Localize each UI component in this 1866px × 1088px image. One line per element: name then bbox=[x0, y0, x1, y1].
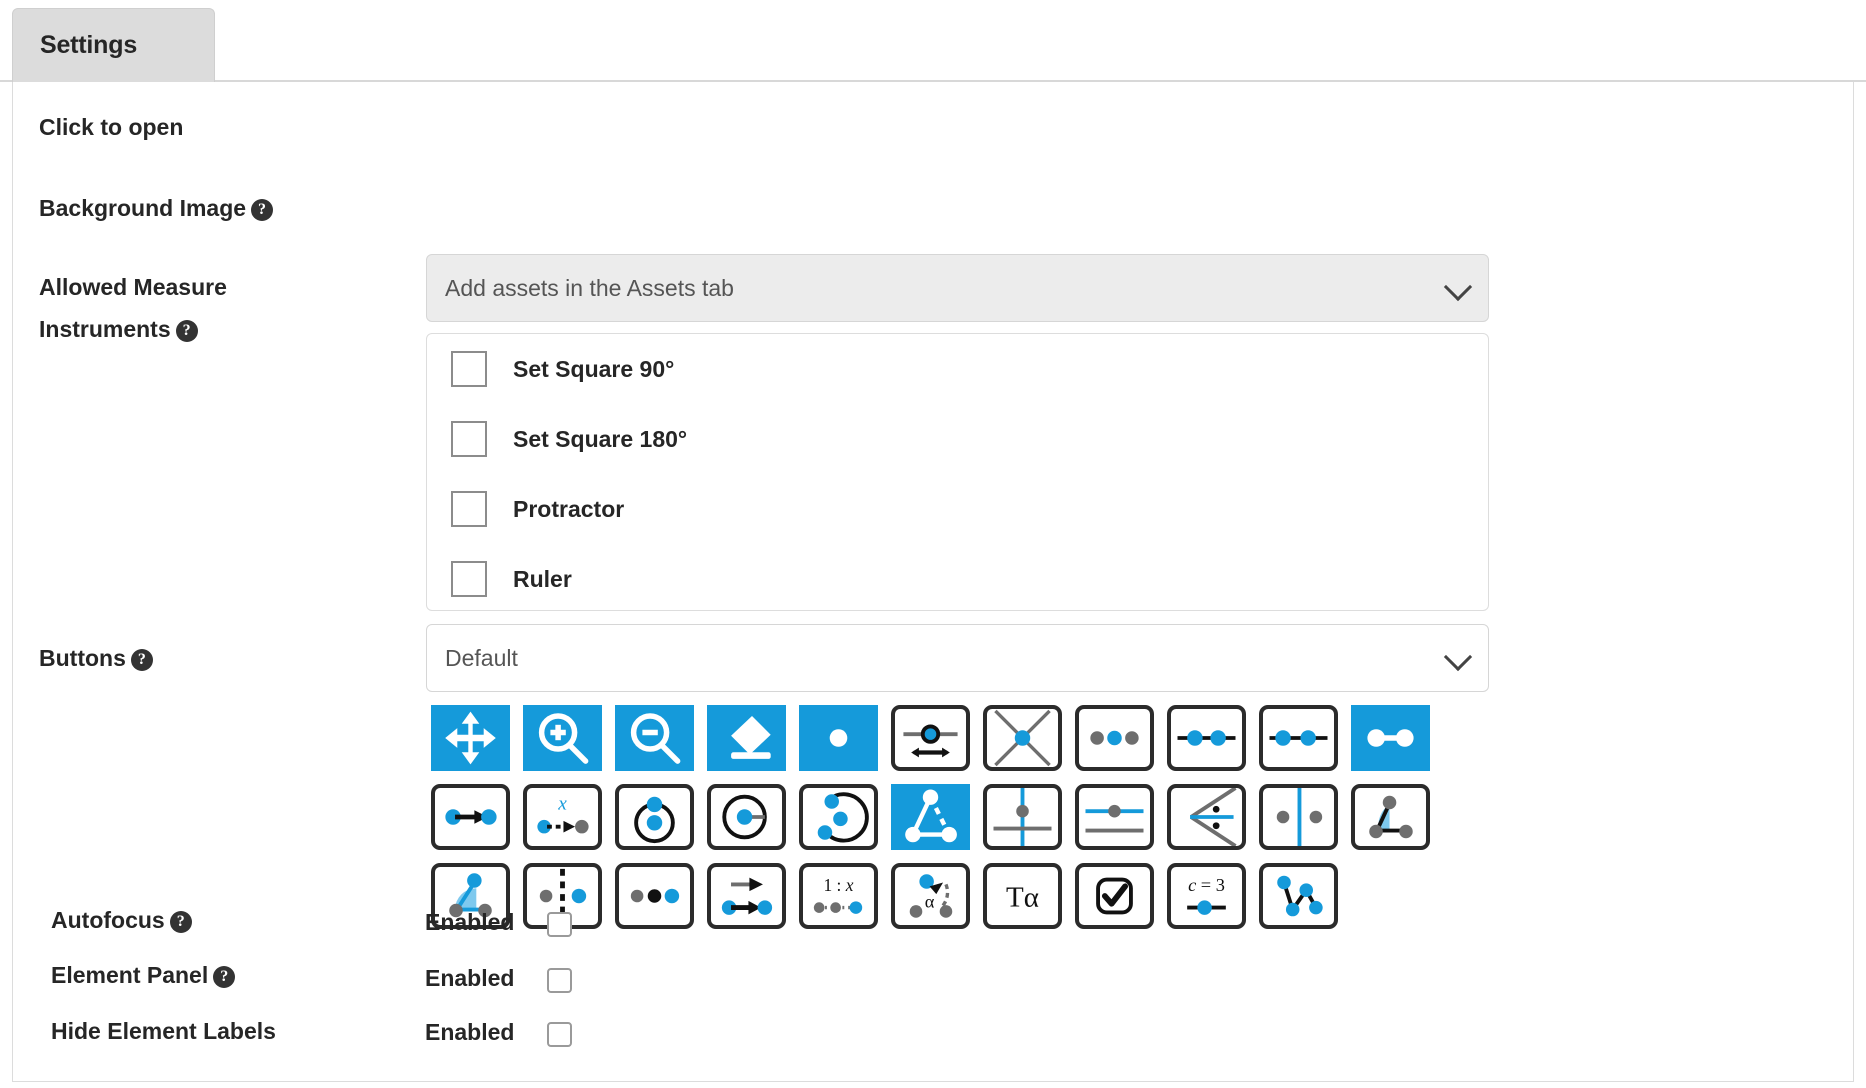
tab-settings-label: Settings bbox=[40, 31, 137, 60]
point-tool-button[interactable] bbox=[799, 705, 878, 771]
parallel-line-tool-button[interactable] bbox=[1075, 784, 1154, 850]
buttons-label-text: Buttons bbox=[39, 645, 126, 671]
element-panel-state-label: Enabled bbox=[425, 965, 514, 992]
eraser-tool-button[interactable] bbox=[707, 705, 786, 771]
vector-from-point-tool-button[interactable]: x bbox=[523, 784, 602, 850]
help-icon[interactable]: ? bbox=[213, 966, 235, 988]
buttons-select[interactable]: Default bbox=[426, 624, 1489, 692]
list-item[interactable]: Protractor bbox=[427, 474, 1488, 544]
settings-panel-body: Click to open Background Image? Add asse… bbox=[12, 82, 1854, 1082]
perpendicular-line-tool-button[interactable] bbox=[983, 784, 1062, 850]
segment-fixed-length-tool-button[interactable] bbox=[1259, 705, 1338, 771]
allowed-measure-instruments-label: Allowed Measure Instruments? bbox=[39, 266, 369, 350]
slider-tool-button[interactable]: c = 3 bbox=[1167, 863, 1246, 929]
settings-panel-app: Settings Click to open Background Image?… bbox=[0, 0, 1866, 1088]
checkbox-set-square-90[interactable] bbox=[451, 351, 487, 387]
dilate-from-point-tool-button[interactable]: 1 : x bbox=[799, 863, 878, 929]
help-icon[interactable]: ? bbox=[251, 199, 273, 221]
list-item[interactable]: Ruler bbox=[427, 544, 1488, 614]
allowed-measure-instruments-label-line1: Allowed Measure bbox=[39, 274, 227, 300]
angle-bisector-tool-button[interactable] bbox=[1167, 784, 1246, 850]
checkbox-label: Protractor bbox=[513, 496, 624, 523]
translate-by-vector-tool-button[interactable] bbox=[707, 863, 786, 929]
angle-tool-button[interactable] bbox=[1351, 784, 1430, 850]
help-icon[interactable]: ? bbox=[131, 649, 153, 671]
hide-element-labels-label-text: Hide Element Labels bbox=[51, 1018, 276, 1044]
tool-buttons-grid: x bbox=[431, 705, 1451, 942]
circle-radius-tool-button[interactable] bbox=[707, 784, 786, 850]
svg-text:Tα: Tα bbox=[1006, 882, 1039, 914]
svg-text:c = 3: c = 3 bbox=[1188, 875, 1225, 895]
tool-row: x bbox=[431, 784, 1451, 850]
perpendicular-bisector-tool-button[interactable] bbox=[1259, 784, 1338, 850]
checkbox-label: Set Square 90° bbox=[513, 356, 674, 383]
ray-tool-button[interactable] bbox=[1351, 705, 1430, 771]
help-icon[interactable]: ? bbox=[170, 911, 192, 933]
point-on-object-tool-button[interactable] bbox=[891, 705, 970, 771]
reflect-about-point-tool-button[interactable] bbox=[615, 863, 694, 929]
zoom-out-tool-button[interactable] bbox=[615, 705, 694, 771]
buttons-label: Buttons? bbox=[39, 637, 369, 679]
list-item[interactable]: Set Square 180° bbox=[427, 404, 1488, 474]
checkbox-tool-button[interactable] bbox=[1075, 863, 1154, 929]
click-to-open-heading: Click to open bbox=[39, 114, 183, 141]
text-tool-button[interactable]: Tα bbox=[983, 863, 1062, 929]
autofocus-checkbox[interactable] bbox=[547, 912, 572, 937]
hide-element-labels-label: Hide Element Labels bbox=[51, 1018, 276, 1045]
hide-element-labels-checkbox[interactable] bbox=[547, 1022, 572, 1047]
hide-element-labels-state-label: Enabled bbox=[425, 1019, 514, 1046]
function-tool-button[interactable] bbox=[1259, 863, 1338, 929]
tool-row bbox=[431, 705, 1451, 771]
element-panel-checkbox[interactable] bbox=[547, 968, 572, 993]
svg-text:1 : x: 1 : x bbox=[824, 875, 854, 895]
help-icon[interactable]: ? bbox=[176, 320, 198, 342]
chevron-down-icon bbox=[1444, 643, 1472, 671]
checkbox-label: Set Square 180° bbox=[513, 426, 687, 453]
chevron-down-icon bbox=[1444, 273, 1472, 301]
element-panel-label-text: Element Panel bbox=[51, 962, 208, 988]
svg-text:x: x bbox=[557, 793, 567, 814]
segment-tool-button[interactable] bbox=[1167, 705, 1246, 771]
autofocus-label: Autofocus? bbox=[51, 907, 192, 934]
autofocus-state-label: Enabled bbox=[425, 909, 514, 936]
background-image-label-text: Background Image bbox=[39, 195, 246, 221]
zoom-in-tool-button[interactable] bbox=[523, 705, 602, 771]
intersection-point-tool-button[interactable] bbox=[983, 705, 1062, 771]
vector-tool-button[interactable] bbox=[431, 784, 510, 850]
midpoint-tool-button[interactable] bbox=[1075, 705, 1154, 771]
rotate-around-point-tool-button[interactable]: α bbox=[891, 863, 970, 929]
element-panel-label: Element Panel? bbox=[51, 962, 235, 989]
checkbox-set-square-180[interactable] bbox=[451, 421, 487, 457]
autofocus-label-text: Autofocus bbox=[51, 907, 165, 933]
arc-tool-button[interactable] bbox=[799, 784, 878, 850]
list-item[interactable]: Set Square 90° bbox=[427, 334, 1488, 404]
polygon-tool-button[interactable] bbox=[891, 784, 970, 850]
allowed-measure-instruments-label-line2: Instruments bbox=[39, 316, 171, 342]
circle-center-point-tool-button[interactable] bbox=[615, 784, 694, 850]
background-image-value: Add assets in the Assets tab bbox=[445, 275, 734, 302]
allowed-measure-instruments-group: Set Square 90° Set Square 180° Protracto… bbox=[426, 333, 1489, 611]
tab-settings[interactable]: Settings bbox=[12, 8, 215, 82]
move-tool-button[interactable] bbox=[431, 705, 510, 771]
checkbox-ruler[interactable] bbox=[451, 561, 487, 597]
background-image-label: Background Image? bbox=[39, 187, 369, 229]
checkbox-label: Ruler bbox=[513, 566, 572, 593]
buttons-select-value: Default bbox=[445, 645, 518, 672]
svg-text:α: α bbox=[925, 892, 935, 912]
checkbox-protractor[interactable] bbox=[451, 491, 487, 527]
background-image-select[interactable]: Add assets in the Assets tab bbox=[426, 254, 1489, 322]
tool-row: 1 : x α bbox=[431, 863, 1451, 929]
tab-strip: Settings bbox=[0, 0, 1866, 82]
